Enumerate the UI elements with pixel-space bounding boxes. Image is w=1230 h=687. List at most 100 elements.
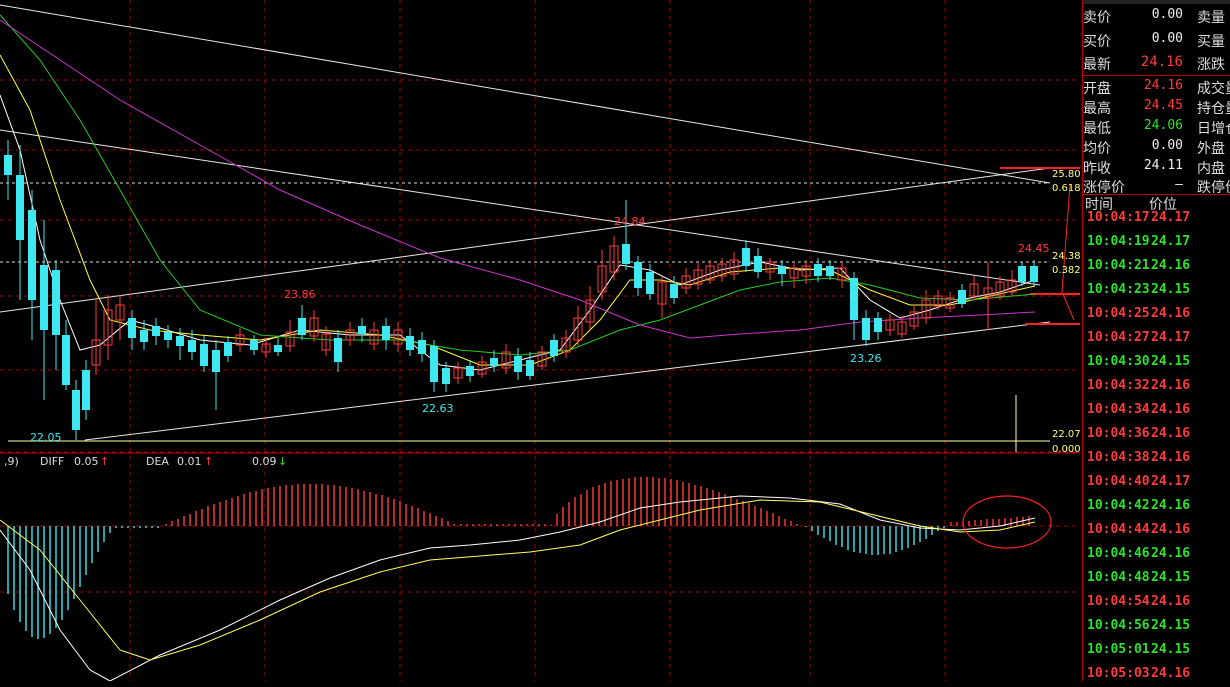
candle-body [16,175,24,240]
sell-label: 卖价 [1083,10,1111,26]
macd-dea-label: DEA [146,455,169,468]
macd-arrow-icon: ↓ [278,455,287,468]
tick-price: 24.17 [1151,210,1191,225]
candle-body [634,262,642,288]
candle-body [72,390,80,430]
tick-row: 10:04:34 24.16 [1085,399,1230,423]
tick-row: 10:04:42 24.16 [1085,495,1230,519]
tick-price: 24.17 [1151,234,1191,249]
position-label: 持仓量 [1197,101,1230,117]
tick-time: 10:04:42 [1087,498,1150,513]
tick-time: 10:04:36 [1087,426,1150,441]
tick-time: 10:04:17 [1087,210,1150,225]
quote-row-open: 开盘 24.16 成交量 [1083,76,1230,98]
tick-time: 10:04:32 [1087,378,1150,393]
candle-body [200,344,208,366]
tick-price: 24.15 [1151,618,1191,633]
candle-body [490,358,498,366]
tick-row: 10:04:27 24.17 [1085,327,1230,351]
macd-diff-line [109,495,1036,681]
tick-row: 10:04:19 24.17 [1085,231,1230,255]
tick-row: 10:04:40 24.17 [1085,471,1230,495]
label-level-upper: 25.80 [1052,169,1081,180]
tick-row: 10:04:56 24.15 [1085,615,1230,639]
quote-row-sell: 卖价 0.00 卖量 [1083,5,1230,27]
label-fib-lower: 0.000 [1052,444,1081,455]
tick-time: 10:04:23 [1087,282,1150,297]
label-low-left: 22.05 [30,431,62,444]
candle-body [526,360,534,376]
tick-price: 24.16 [1151,522,1191,537]
tick-time: 10:04:54 [1087,594,1150,609]
candle-body [646,272,654,294]
tick-price: 24.16 [1151,306,1191,321]
candle-body [152,326,160,336]
limit-up-value: — [1175,177,1183,192]
high-label: 最高 [1083,101,1111,117]
candle-body [550,340,558,356]
macd-diff-arrow-icon: ↑ [100,455,109,468]
candle-body [742,248,750,266]
candle-body [140,330,148,342]
tick-row: 10:04:30 24.15 [1085,351,1230,375]
tick-time: 10:04:25 [1087,306,1150,321]
outer-label: 外盘 [1197,141,1225,157]
tick-time: 10:04:56 [1087,618,1150,633]
label-low-mid: 22.63 [422,402,454,415]
tick-price: 24.16 [1151,546,1191,561]
buy-vol-label: 买量 [1197,34,1225,50]
label-level-mid: 24.38 [1052,251,1081,262]
highlight-circle [962,495,1052,549]
tick-price: 24.15 [1151,570,1191,585]
ma20-line [0,14,1036,356]
candle-body [62,335,70,385]
tick-time: 10:04:27 [1087,330,1150,345]
candle-body [430,346,438,382]
candle-body [442,368,450,384]
tick-time: 10:04:19 [1087,234,1150,249]
candle-body [874,318,882,332]
last-label: 最新 [1083,57,1111,73]
tick-row: 10:04:54 24.16 [1085,591,1230,615]
tick-time: 10:05:01 [1087,642,1150,657]
tick-time: 10:04:21 [1087,258,1150,273]
candlestick-chart-area[interactable]: 24.84 23.86 22.05 22.63 23.26 24.45 25.8… [0,0,1082,681]
macd-dea-line [0,499,1036,661]
open-label: 开盘 [1083,81,1111,97]
tick-price: 24.16 [1151,426,1191,441]
quote-row-low: 最低 24.06 日增仓 [1083,116,1230,138]
macd-dea-value: 0.01 [177,455,202,468]
candle-body [188,340,196,352]
tick-time: 10:04:30 [1087,354,1150,369]
tick-time: 10:04:34 [1087,402,1150,417]
tick-price: 24.16 [1151,450,1191,465]
high-value: 24.45 [1143,98,1183,113]
prev-value: 24.11 [1143,158,1183,173]
macd-value: 0.09 [252,455,277,468]
quote-row-avg: 均价 0.00 外盘 [1083,136,1230,158]
candle-body [862,318,870,340]
tick-price: 24.16 [1151,402,1191,417]
tick-price: 24.15 [1151,642,1191,657]
trend-line [0,4,1051,184]
daily-inc-label: 日增仓 [1197,121,1230,137]
tick-row: 10:04:32 24.16 [1085,375,1230,399]
low-label: 最低 [1083,121,1111,137]
candle-body [622,244,630,264]
candle-body [224,342,232,356]
label-high-price: 24.84 [614,215,646,228]
avg-value: 0.00 [1151,138,1183,153]
kline-chart: 24.84 23.86 22.05 22.63 23.26 24.45 25.8… [0,0,1081,681]
macd-dea-arrow-icon: ↑ [204,455,213,468]
tick-row: 10:04:38 24.16 [1085,447,1230,471]
candle-body [274,345,282,352]
tick-time: 10:04:48 [1087,570,1150,585]
quote-row-high: 最高 24.45 持仓量 [1083,96,1230,118]
macd-diff-value: 0.05 [74,455,99,468]
macd-diff-label: DIFF [40,455,64,468]
tick-row: 10:04:44 24.16 [1085,519,1230,543]
candle-body [250,340,258,350]
volume-label: 成交量 [1197,81,1230,97]
last-value: 24.16 [1140,54,1183,70]
quote-row-last: 最新 24.16 涨跌 [1083,52,1230,74]
